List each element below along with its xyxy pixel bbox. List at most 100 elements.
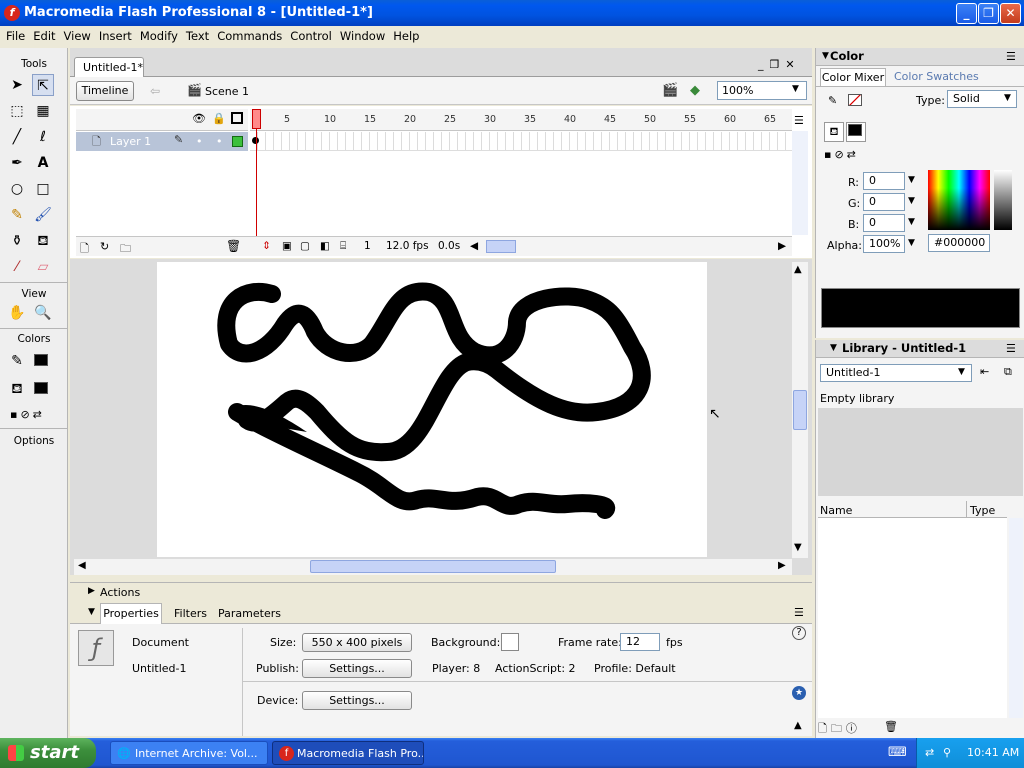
scroll-right-icon[interactable]: ▶ <box>778 560 786 571</box>
eyedropper-tool-icon[interactable]: ⁄ <box>6 256 28 278</box>
timeline-vertical-scrollbar[interactable] <box>792 131 808 235</box>
onion-outlines-icon[interactable]: ▢ <box>300 240 310 252</box>
column-name[interactable]: Name <box>820 504 852 517</box>
fill-color-swatch[interactable] <box>34 382 48 394</box>
collapse-arrow-icon[interactable]: ▼ <box>88 607 95 617</box>
edit-symbols-icon[interactable]: ◆ <box>690 83 700 98</box>
insert-folder-icon[interactable]: 🗀 <box>120 240 131 259</box>
brush-stroke-drawing[interactable] <box>157 262 707 557</box>
scroll-down-icon[interactable]: ▼ <box>794 542 802 553</box>
stroke-color-swatch[interactable] <box>34 354 48 366</box>
panel-menu-icon[interactable]: ☰ <box>1006 50 1016 63</box>
eye-icon[interactable]: 👁 <box>192 112 206 125</box>
chevron-down-icon[interactable]: ▼ <box>908 238 915 248</box>
menu-text[interactable]: Text <box>182 27 213 45</box>
tab-properties[interactable]: Properties <box>100 603 162 624</box>
red-input[interactable]: 0 <box>863 172 905 190</box>
tab-filters[interactable]: Filters <box>174 607 207 620</box>
scene-label[interactable]: Scene 1 <box>205 85 249 98</box>
document-size-button[interactable]: 550 x 400 pixels <box>302 633 412 652</box>
lasso-tool-icon[interactable]: ℓ <box>32 126 54 148</box>
stage-vscroll-thumb[interactable] <box>793 390 807 430</box>
eraser-tool-icon[interactable]: ▱ <box>32 256 54 278</box>
zoom-tool-icon[interactable]: 🔍 <box>32 302 54 324</box>
rectangle-tool-icon[interactable]: □ <box>32 178 54 200</box>
playhead[interactable] <box>252 109 261 129</box>
center-frame-icon[interactable]: ⇕ <box>262 240 271 252</box>
menu-insert[interactable]: Insert <box>95 27 136 45</box>
frame-ruler[interactable]: 15101520253035404550556065 <box>250 109 792 131</box>
scroll-left-icon[interactable]: ◀ <box>470 240 478 252</box>
delete-icon[interactable]: 🗑 <box>884 720 898 733</box>
library-document-select[interactable]: Untitled-1 <box>820 364 972 382</box>
pencil-tool-icon[interactable]: ✎ <box>6 204 28 226</box>
edit-scene-icon[interactable]: 🎬 <box>662 83 678 98</box>
tab-parameters[interactable]: Parameters <box>218 607 281 620</box>
brightness-slider[interactable] <box>994 170 1012 230</box>
collapse-icon[interactable]: ▲ <box>794 720 802 731</box>
blue-input[interactable]: 0 <box>863 214 905 232</box>
search-icon[interactable]: ⚲ <box>943 738 951 768</box>
outline-icon[interactable] <box>231 112 243 124</box>
minimize-button[interactable]: _ <box>956 3 977 24</box>
chevron-down-icon[interactable]: ▼ <box>958 367 965 377</box>
clock[interactable]: 10:41 AM <box>967 738 1019 768</box>
network-icon[interactable]: ⇄ <box>925 738 934 768</box>
collapse-arrow-icon[interactable]: ▼ <box>830 343 837 353</box>
text-tool-icon[interactable]: A <box>32 152 54 174</box>
close-button[interactable]: ✕ <box>1000 3 1021 24</box>
menu-modify[interactable]: Modify <box>136 27 182 45</box>
pen-tool-icon[interactable]: ✒ <box>6 152 28 174</box>
timeline-menu-icon[interactable]: ☰ <box>794 114 804 127</box>
actions-panel-header[interactable]: ▶ Actions <box>70 582 812 602</box>
stage-vertical-scrollbar[interactable]: ▲ ▼ <box>792 262 808 558</box>
lock-icon[interactable]: 🔒 <box>212 112 226 125</box>
menu-view[interactable]: View <box>60 27 95 45</box>
tab-color-mixer[interactable]: Color Mixer <box>820 68 886 86</box>
menu-edit[interactable]: Edit <box>29 27 59 45</box>
stroke-color-swatch[interactable] <box>848 94 862 106</box>
restore-button[interactable]: ❐ <box>978 3 999 24</box>
new-library-panel-icon[interactable]: ⧉ <box>1004 365 1012 379</box>
alpha-input[interactable]: 100% <box>863 235 905 253</box>
taskbar-item-internet-archive[interactable]: 🌐 Internet Archive: Vol... <box>110 741 268 765</box>
panel-menu-icon[interactable]: ☰ <box>794 606 804 619</box>
chevron-down-icon[interactable]: ▼ <box>908 196 915 206</box>
device-settings-button[interactable]: Settings... <box>302 691 412 710</box>
help-icon[interactable]: ? <box>792 626 806 640</box>
timeline-toggle-button[interactable]: Timeline <box>76 81 134 101</box>
menu-file[interactable]: File <box>2 27 29 45</box>
subselection-tool-icon[interactable]: ⇱ <box>32 74 54 96</box>
color-spectrum[interactable] <box>928 170 990 230</box>
keyboard-icon[interactable]: ⌨ <box>888 745 907 760</box>
taskbar-item-flash[interactable]: f Macromedia Flash Pro... <box>272 741 424 765</box>
lock-dot[interactable]: • <box>216 135 223 148</box>
expand-arrow-icon[interactable]: ▶ <box>88 586 95 596</box>
frame-rate-input[interactable]: 12 <box>620 633 660 651</box>
ink-bottle-tool-icon[interactable]: ⚱ <box>6 230 28 252</box>
library-vertical-scrollbar[interactable] <box>1009 518 1023 718</box>
visibility-dot[interactable]: • <box>196 135 203 148</box>
menu-commands[interactable]: Commands <box>213 27 286 45</box>
panel-menu-icon[interactable]: ☰ <box>1006 342 1016 355</box>
fill-color-swatch[interactable] <box>848 124 862 136</box>
chevron-down-icon[interactable]: ▼ <box>908 175 915 185</box>
fill-transform-tool-icon[interactable]: ▦ <box>32 100 54 122</box>
swap-colors-icon[interactable]: ▪⊘⇄ <box>824 148 859 161</box>
scroll-right-icon[interactable]: ▶ <box>778 240 786 252</box>
stage-horizontal-scrollbar[interactable]: ◀ ▶ <box>74 559 792 575</box>
start-button[interactable]: start <box>0 738 96 768</box>
column-type[interactable]: Type <box>970 504 995 517</box>
menu-control[interactable]: Control <box>286 27 336 45</box>
menu-window[interactable]: Window <box>336 27 389 45</box>
accessibility-icon[interactable]: ★ <box>792 686 806 700</box>
layer-outline-color[interactable] <box>232 136 243 147</box>
scroll-left-icon[interactable]: ◀ <box>78 560 86 571</box>
collapse-arrow-icon[interactable]: ▼ <box>822 51 829 61</box>
tab-color-swatches[interactable]: Color Swatches <box>894 70 979 83</box>
document-tab[interactable]: Untitled-1* <box>74 57 144 77</box>
timeline-hscroll-thumb[interactable] <box>486 240 516 253</box>
paint-bucket-tool-icon[interactable]: ⛾ <box>32 230 54 252</box>
add-motion-guide-icon[interactable]: ↻ <box>100 240 109 253</box>
frame-row[interactable] <box>250 132 792 151</box>
